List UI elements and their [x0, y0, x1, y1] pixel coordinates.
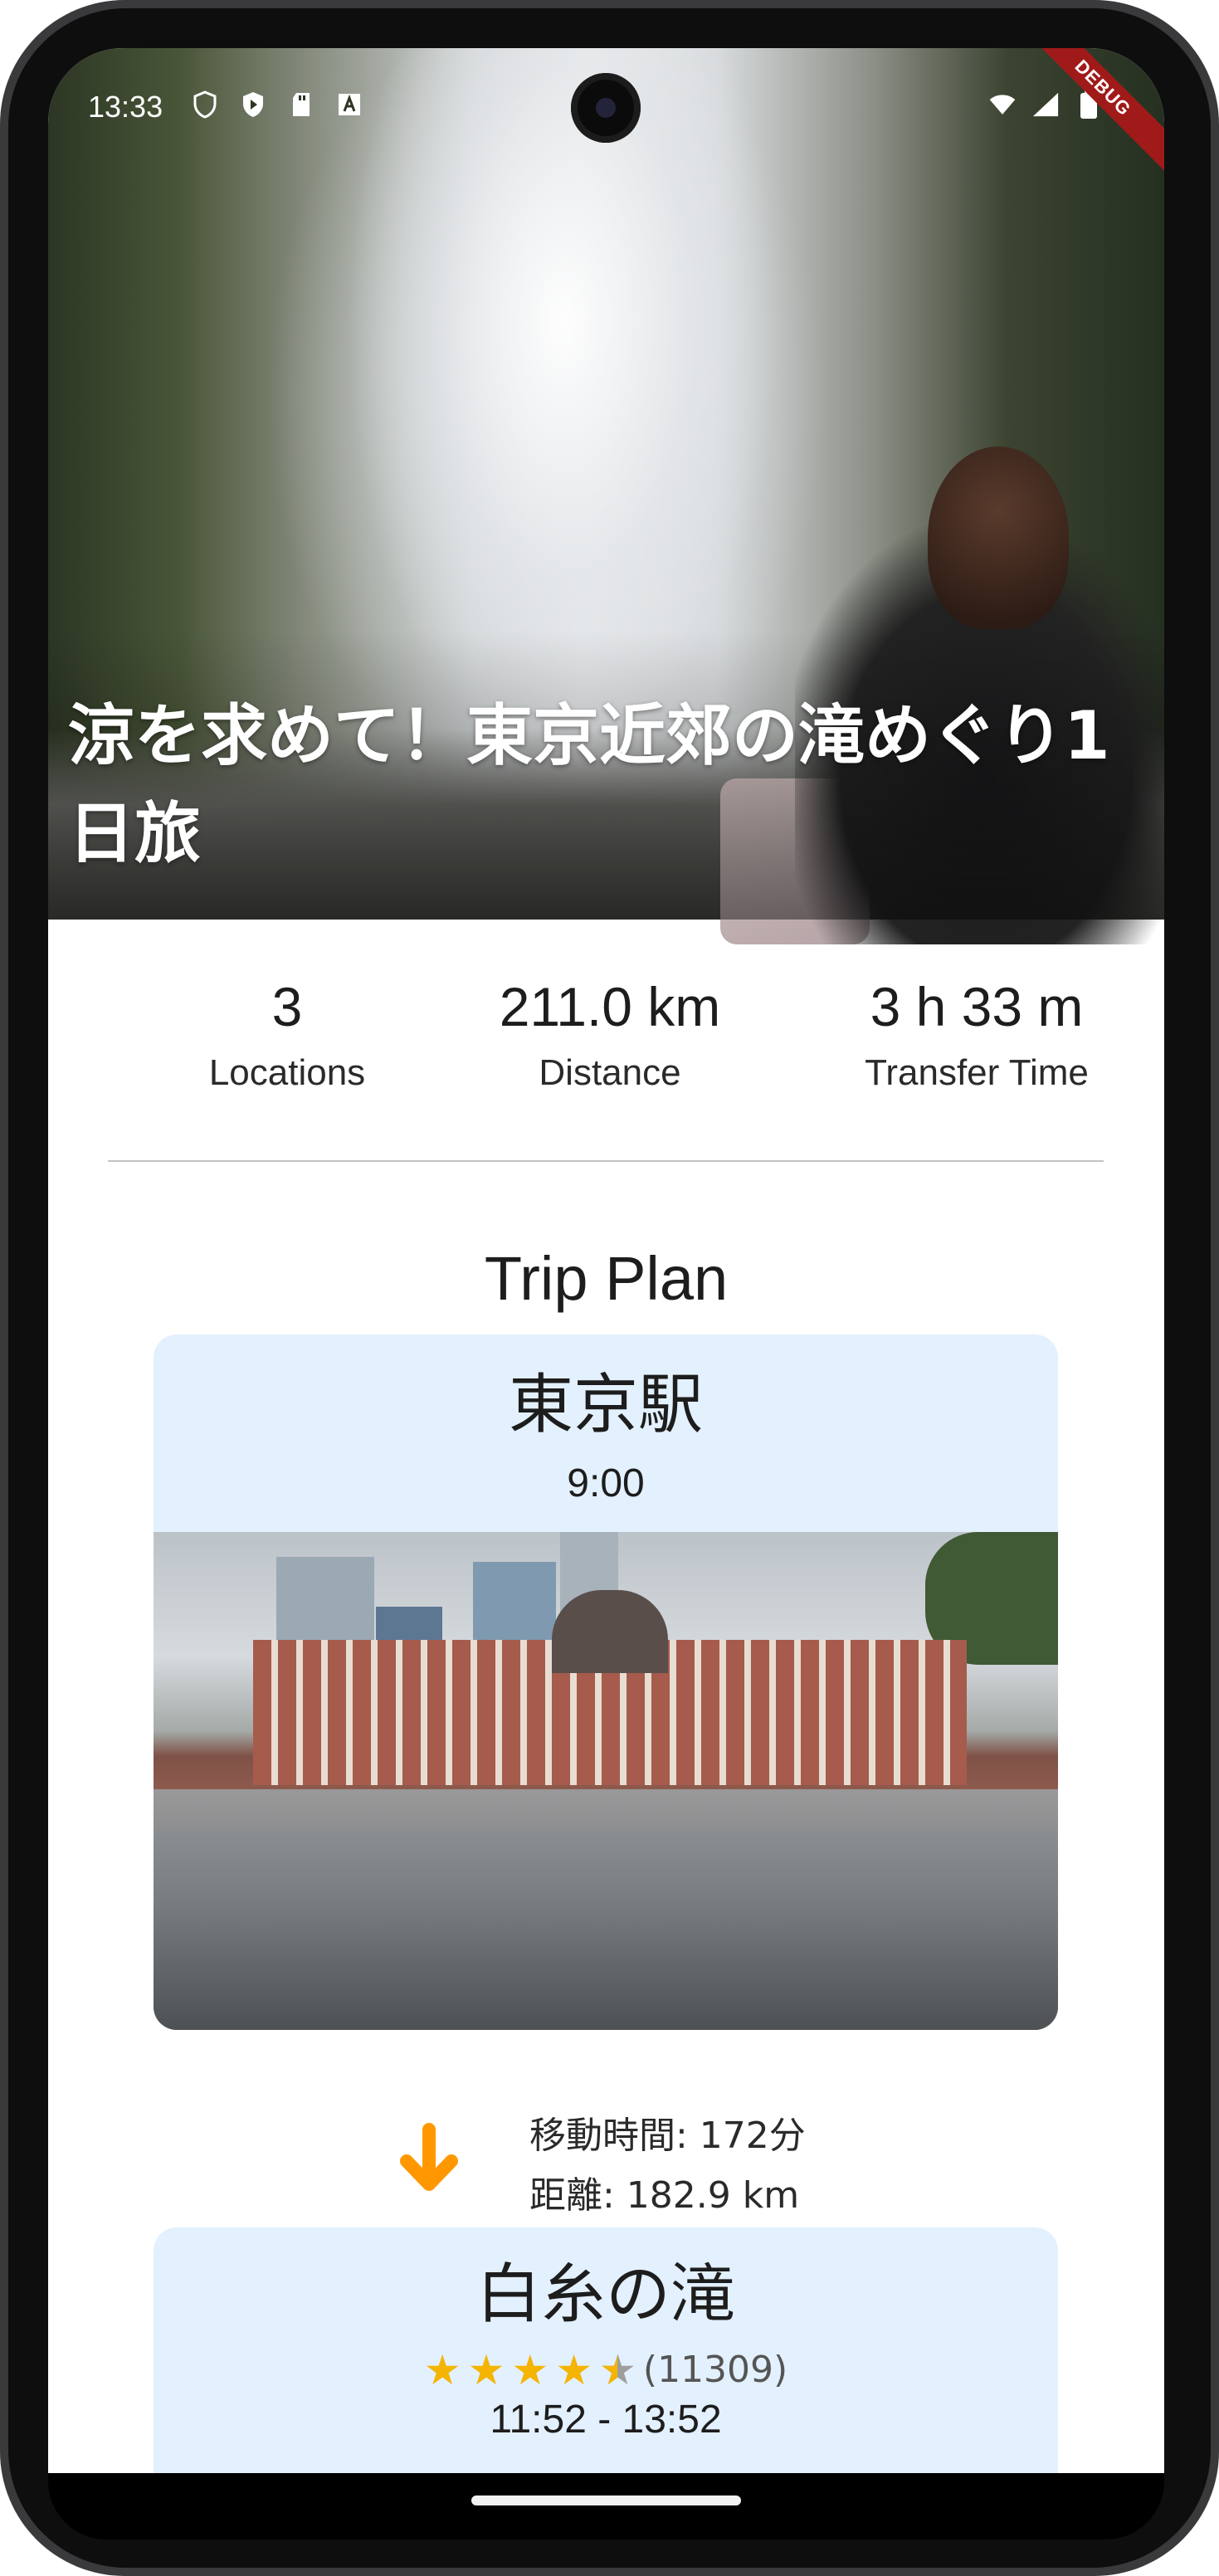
stat-value: 211.0 km: [499, 976, 721, 1037]
stop-card-tokyo-station[interactable]: 東京駅 9:00: [154, 1334, 1058, 2030]
star-full-icon: ★: [511, 2345, 549, 2394]
stop-photo-tokyo-station: [154, 1532, 1058, 2030]
play-protect-icon: [239, 90, 267, 120]
hero-person-head: [928, 446, 1069, 629]
shield-icon: [191, 90, 219, 120]
star-half-icon: ★: [599, 2349, 636, 2391]
status-time: 13:33: [88, 90, 163, 124]
transfer-distance: 距離: 182.9 km: [529, 2174, 800, 2217]
wifi-icon: [988, 90, 1017, 120]
stat-transfer-time: 3 h 33 m Transfer Time: [802, 961, 1151, 1094]
front-camera: [571, 73, 641, 143]
star-full-icon: ★: [555, 2345, 593, 2394]
star-full-icon: ★: [423, 2345, 461, 2394]
hero-image-waterfall: 涼を求めて！東京近郊の滝めぐり1日旅: [48, 48, 1164, 944]
stop-name: 東京駅: [508, 1368, 703, 1442]
app-screen: 涼を求めて！東京近郊の滝めぐり1日旅 13:33 DEBUG 3 Locatio…: [48, 48, 1164, 2473]
stat-distance: 211.0 km Distance: [436, 961, 784, 1094]
signal-icon: [1031, 90, 1060, 120]
transfer-duration: 移動時間: 172分: [529, 2115, 806, 2157]
stop-card-shiraito-falls[interactable]: 白糸の滝 ★ ★ ★ ★ ★ (11309) 11:52 - 13:52: [154, 2227, 1058, 2473]
photo-reflection: [154, 1789, 1058, 2030]
trip-title: 涼を求めて！東京近郊の滝めぐり1日旅: [68, 697, 1110, 872]
font-a-icon: [335, 90, 363, 120]
star-full-icon: ★: [467, 2345, 505, 2394]
stop-time: 9:00: [567, 1461, 645, 1505]
divider: [108, 1160, 1104, 1162]
stat-value: 3 h 33 m: [870, 976, 1084, 1037]
review-count: (11309): [642, 2349, 788, 2391]
bottom-bezel: [48, 2473, 1164, 2539]
trip-plan-title: Trip Plan: [484, 1244, 729, 1313]
stop-rating: ★ ★ ★ ★ ★ (11309): [154, 2349, 1058, 2391]
stop-name: 白糸の滝: [475, 2257, 735, 2332]
sd-card-icon: [287, 90, 315, 120]
stat-label: Locations: [208, 1052, 366, 1093]
stat-label: Distance: [539, 1052, 681, 1093]
stat-label: Transfer Time: [865, 1052, 1089, 1093]
transfer-details: 移動時間: 172分 距離: 182.9 km: [529, 2106, 806, 2226]
home-indicator[interactable]: [471, 2496, 741, 2505]
stat-locations: 3 Locations: [113, 961, 461, 1094]
arrow-down-icon: [392, 2123, 466, 2198]
trip-stats: 3 Locations 211.0 km Distance 3 h 33 m T…: [48, 961, 1164, 1160]
stop-time: 11:52 - 13:52: [490, 2398, 722, 2442]
status-bar: 13:33 DEBUG: [48, 48, 1164, 175]
stat-value: 3: [271, 976, 303, 1037]
photo-station-dome: [552, 1590, 668, 1673]
transfer-info: 移動時間: 172分 距離: 182.9 km: [48, 2106, 1164, 2239]
